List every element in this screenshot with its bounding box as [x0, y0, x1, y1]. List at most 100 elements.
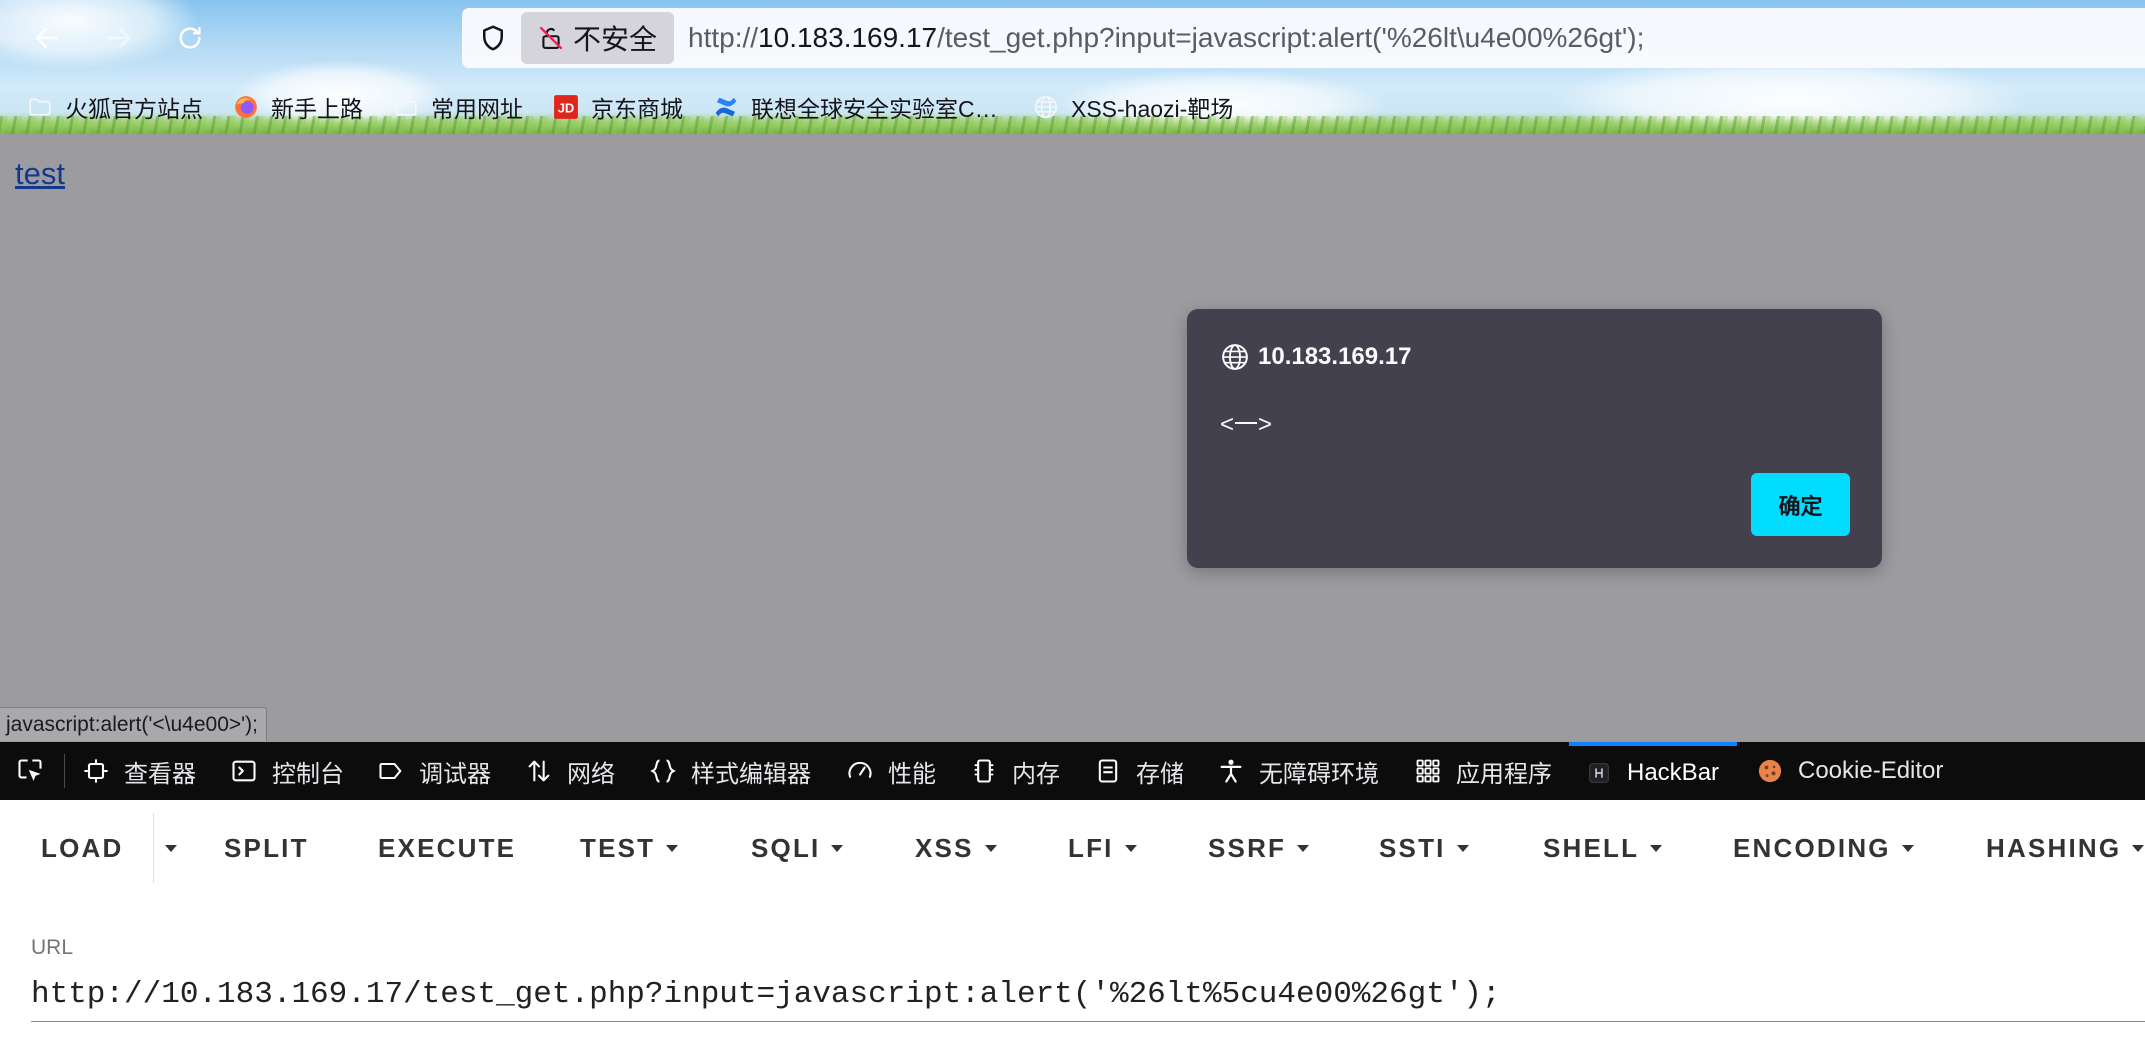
- load-button[interactable]: LOAD: [41, 801, 123, 896]
- page-content: test 10.183.169.17 <一> 确定 javascript:ale…: [0, 134, 2145, 742]
- shield-icon[interactable]: [478, 23, 508, 53]
- folder-icon: [395, 98, 417, 116]
- reload-icon: [179, 26, 201, 49]
- load-dropdown-button[interactable]: [154, 801, 184, 896]
- tab-label: 内存: [1012, 760, 1060, 788]
- split-button[interactable]: SPLIT: [224, 801, 309, 896]
- tab-storage[interactable]: 存储: [1094, 742, 1184, 800]
- tab-style-editor[interactable]: 样式编辑器: [649, 742, 811, 800]
- alert-dialog: 10.183.169.17 <一> 确定: [1187, 309, 1882, 568]
- url-scheme: http://: [688, 22, 759, 53]
- button-label: TEST: [580, 833, 656, 863]
- dialog-message: <一>: [1220, 411, 1273, 438]
- dialog-ok-button[interactable]: 确定: [1751, 473, 1850, 536]
- xss-menu-button[interactable]: XSS: [915, 801, 997, 896]
- status-panel: javascript:alert('<\u4e00>');: [0, 707, 267, 741]
- button-label: EXECUTE: [378, 833, 517, 863]
- storage-icon: [1098, 759, 1118, 783]
- globe-icon: [1034, 95, 1058, 119]
- tab-label: Cookie-Editor: [1798, 757, 1944, 784]
- reload-button[interactable]: [172, 20, 208, 56]
- url-textarea-underline: [31, 1021, 2145, 1022]
- jd-logo-text: JD: [558, 100, 575, 115]
- tab-label: 网络: [567, 760, 615, 788]
- sqli-menu-button[interactable]: SQLI: [751, 801, 844, 896]
- security-label: 不安全: [573, 24, 658, 55]
- inspector-icon: [84, 759, 108, 783]
- forward-button[interactable]: [101, 20, 137, 56]
- caret-down-icon: [1456, 845, 1469, 852]
- bookmark-folder[interactable]: 火狐官方站点: [27, 92, 203, 122]
- bookmark-item[interactable]: 新手上路: [233, 92, 363, 122]
- tab-hackbar[interactable]: HackBar: [1569, 742, 1737, 800]
- bookmark-label: 联想全球安全实验室C…: [751, 96, 998, 122]
- hackbar-toolbar: LOAD SPLIT EXECUTE TEST SQLI XSS LFI SSR…: [0, 801, 2145, 896]
- tab-label: HackBar: [1627, 759, 1720, 786]
- cookie-icon: [1758, 759, 1782, 783]
- bookmark-label: 火狐官方站点: [65, 96, 203, 122]
- url-host: 10.183.169.17: [758, 22, 938, 53]
- arrow-right-icon: [107, 28, 131, 48]
- test-link[interactable]: test: [15, 154, 65, 194]
- url-bar[interactable]: 不安全 http://10.183.169.17/test_get.php?in…: [462, 8, 2145, 68]
- button-label: SSTI: [1379, 833, 1446, 863]
- tab-label: 无障碍环境: [1259, 760, 1379, 788]
- tab-inspector[interactable]: 查看器: [82, 742, 196, 800]
- tab-performance[interactable]: 性能: [846, 742, 936, 800]
- caret-down-icon: [1124, 845, 1137, 852]
- firefox-icon: [235, 96, 257, 118]
- url-text[interactable]: http://10.183.169.17/test_get.php?input=…: [688, 8, 1644, 68]
- back-button[interactable]: [29, 20, 65, 56]
- bookmark-folder[interactable]: 常用网址: [393, 92, 523, 122]
- tab-label: 调试器: [419, 760, 491, 788]
- caret-down-icon: [1297, 845, 1310, 852]
- tab-memory[interactable]: 内存: [970, 742, 1060, 800]
- tab-debugger[interactable]: 调试器: [377, 742, 491, 800]
- bookmark-label: 京东商城: [591, 96, 683, 122]
- execute-button[interactable]: EXECUTE: [378, 801, 516, 896]
- folder-icon: [29, 98, 51, 116]
- confluence-icon: [715, 97, 737, 117]
- tab-accessibility[interactable]: 无障碍环境: [1217, 742, 1379, 800]
- network-icon: [528, 760, 550, 782]
- tab-cookie-editor[interactable]: Cookie-Editor: [1756, 742, 1943, 800]
- button-label: LOAD: [41, 833, 124, 863]
- tab-label: 性能: [888, 760, 936, 788]
- url-path: /test_get.php?input=javascript:alert('%2…: [937, 22, 1645, 53]
- toolbar-divider: [64, 754, 65, 788]
- debugger-icon: [379, 762, 402, 780]
- ssti-menu-button[interactable]: SSTI: [1379, 801, 1469, 896]
- caret-down-icon: [831, 845, 844, 852]
- tab-console[interactable]: 控制台: [230, 742, 344, 800]
- tab-network[interactable]: 网络: [525, 742, 615, 800]
- application-icon: [1416, 759, 1440, 783]
- tab-application[interactable]: 应用程序: [1414, 742, 1552, 800]
- url-textarea[interactable]: http://10.183.169.17/test_get.php?input=…: [31, 975, 1501, 1015]
- encoding-menu-button[interactable]: ENCODING: [1733, 801, 1914, 896]
- lfi-menu-button[interactable]: LFI: [1068, 801, 1137, 896]
- button-label: SHELL: [1543, 833, 1640, 863]
- tab-label: 查看器: [124, 760, 196, 788]
- test-menu-button[interactable]: TEST: [580, 801, 679, 896]
- memory-icon: [974, 759, 994, 783]
- hackbar-icon: [1589, 763, 1609, 783]
- connection-security-button[interactable]: 不安全: [521, 12, 674, 64]
- button-label: HASHING: [1986, 833, 2122, 863]
- button-label: SQLI: [751, 833, 821, 863]
- hashing-menu-button[interactable]: HASHING: [1986, 801, 2145, 896]
- bookmark-item[interactable]: XSS-haozi-靶场: [1033, 92, 1233, 122]
- bookmark-item[interactable]: 联想全球安全实验室C…: [713, 92, 998, 122]
- button-label: SSRF: [1208, 833, 1287, 863]
- bookmark-item[interactable]: JD 京东商城: [553, 92, 683, 122]
- performance-icon: [848, 761, 872, 778]
- console-icon: [232, 760, 256, 782]
- dialog-origin: 10.183.169.17: [1258, 343, 1412, 370]
- tab-label: 样式编辑器: [691, 760, 811, 788]
- shell-menu-button[interactable]: SHELL: [1543, 801, 1663, 896]
- ssrf-menu-button[interactable]: SSRF: [1208, 801, 1310, 896]
- button-label: SPLIT: [224, 833, 309, 863]
- caret-down-icon: [1901, 845, 1914, 852]
- style-editor-icon: [650, 759, 676, 783]
- accessibility-icon: [1220, 759, 1242, 783]
- element-picker-button[interactable]: [16, 742, 44, 800]
